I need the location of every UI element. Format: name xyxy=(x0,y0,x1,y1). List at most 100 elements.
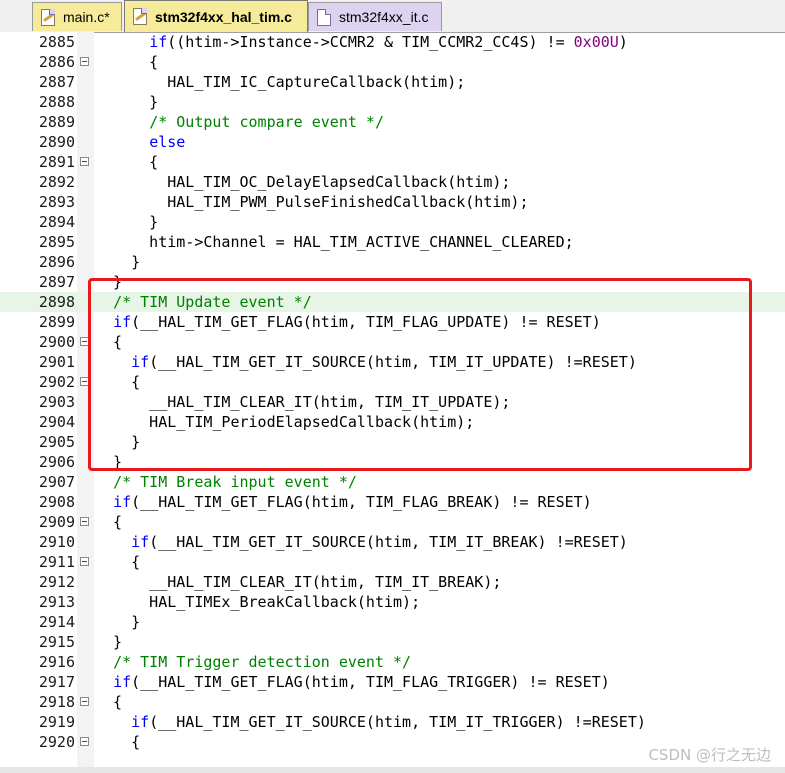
code-token: ) xyxy=(618,33,628,51)
code-token: HAL_TIMEx_BreakCallback(htim); xyxy=(95,593,421,611)
code-line[interactable]: 2913 HAL_TIMEx_BreakCallback(htim); xyxy=(0,592,785,612)
line-number: 2909 xyxy=(38,513,75,531)
line-number: 2899 xyxy=(38,313,75,331)
code-token: ((htim->Instance->CCMR2 & TIM_CCMR2_CC4S… xyxy=(167,33,574,51)
code-text: if(__HAL_TIM_GET_FLAG(htim, TIM_FLAG_TRI… xyxy=(95,672,610,692)
code-text: } xyxy=(95,252,140,272)
line-number: 2898 xyxy=(38,293,75,311)
code-text: if((htim->Instance->CCMR2 & TIM_CCMR2_CC… xyxy=(95,32,628,52)
code-line[interactable]: 2914 } xyxy=(0,612,785,632)
watermark: CSDN @行之无边 xyxy=(648,746,771,764)
code-line[interactable]: 2912 __HAL_TIM_CLEAR_IT(htim, TIM_IT_BRE… xyxy=(0,572,785,592)
code-line[interactable]: 2892 HAL_TIM_OC_DelayElapsedCallback(hti… xyxy=(0,172,785,192)
line-number: 2891 xyxy=(38,153,75,171)
code-text: } xyxy=(95,612,140,632)
code-token: { xyxy=(95,553,141,571)
tab-stm32f4xx-it[interactable]: stm32f4xx_it.c xyxy=(308,2,442,31)
code-token: { xyxy=(95,733,141,751)
code-token: } xyxy=(95,213,159,231)
line-number: 2908 xyxy=(38,493,75,511)
code-editor[interactable]: 2885 if((htim->Instance->CCMR2 & TIM_CCM… xyxy=(0,32,785,773)
code-line[interactable]: 2907 /* TIM Break input event */ xyxy=(0,472,785,492)
code-line[interactable]: 2911 { xyxy=(0,552,785,572)
line-number: 2917 xyxy=(38,673,75,691)
line-number: 2905 xyxy=(38,433,75,451)
code-text: /* TIM Trigger detection event */ xyxy=(95,652,411,672)
fold-collapse-icon[interactable] xyxy=(80,517,89,526)
code-line[interactable]: 2896 } xyxy=(0,252,785,272)
code-text: { xyxy=(95,692,122,712)
code-line[interactable]: 2893 HAL_TIM_PWM_PulseFinishedCallback(h… xyxy=(0,192,785,212)
edit-document-icon xyxy=(133,8,147,25)
line-number: 2885 xyxy=(38,33,75,51)
code-text: HAL_TIM_OC_DelayElapsedCallback(htim); xyxy=(95,172,510,192)
code-text: else xyxy=(95,132,185,152)
code-text: { xyxy=(95,732,140,752)
code-text: /* Output compare event */ xyxy=(95,112,384,132)
line-number: 2910 xyxy=(38,533,75,551)
code-line[interactable]: 2889 /* Output compare event */ xyxy=(0,112,785,132)
line-number: 2916 xyxy=(38,653,75,671)
code-text: if(__HAL_TIM_GET_IT_SOURCE(htim, TIM_IT_… xyxy=(95,712,646,732)
tab-bar: main.c* stm32f4xx_hal_tim.c stm32f4xx_it… xyxy=(0,0,785,33)
tab-main-c[interactable]: main.c* xyxy=(32,2,122,31)
line-number: 2892 xyxy=(38,173,75,191)
line-number: 2914 xyxy=(38,613,75,631)
code-line[interactable]: 2885 if((htim->Instance->CCMR2 & TIM_CCM… xyxy=(0,32,785,52)
line-number: 2888 xyxy=(38,93,75,111)
code-token: (__HAL_TIM_GET_IT_SOURCE(htim, TIM_IT_TR… xyxy=(149,713,646,731)
code-line[interactable]: 2890 else xyxy=(0,132,785,152)
code-token: HAL_TIM_OC_DelayElapsedCallback(htim); xyxy=(95,173,511,191)
tab-stm32f4xx-hal-tim[interactable]: stm32f4xx_hal_tim.c xyxy=(124,0,308,32)
code-token: HAL_TIM_IC_CaptureCallback(htim); xyxy=(95,73,466,91)
line-number: 2900 xyxy=(38,333,75,351)
code-line[interactable]: 2919 if(__HAL_TIM_GET_IT_SOURCE(htim, TI… xyxy=(0,712,785,732)
keyword-token: if xyxy=(149,33,168,51)
keyword-token: if xyxy=(113,673,132,691)
code-text: HAL_TIM_IC_CaptureCallback(htim); xyxy=(95,72,465,92)
line-number: 2889 xyxy=(38,113,75,131)
code-line[interactable]: 2918 { xyxy=(0,692,785,712)
code-text: } xyxy=(95,92,158,112)
code-line[interactable]: 2888 } xyxy=(0,92,785,112)
code-line[interactable]: 2917 if(__HAL_TIM_GET_FLAG(htim, TIM_FLA… xyxy=(0,672,785,692)
code-text: __HAL_TIM_CLEAR_IT(htim, TIM_IT_BREAK); xyxy=(95,572,501,592)
code-text: HAL_TIM_PWM_PulseFinishedCallback(htim); xyxy=(95,192,528,212)
horizontal-scrollbar[interactable] xyxy=(0,767,785,773)
code-line[interactable]: 2909 { xyxy=(0,512,785,532)
code-line[interactable]: 2915 } xyxy=(0,632,785,652)
code-token: (__HAL_TIM_GET_FLAG(htim, TIM_FLAG_BREAK… xyxy=(131,493,592,511)
keyword-token: if xyxy=(131,533,150,551)
code-line[interactable]: 2891 { xyxy=(0,152,785,172)
code-text: if(__HAL_TIM_GET_FLAG(htim, TIM_FLAG_BRE… xyxy=(95,492,592,512)
code-line[interactable]: 2916 /* TIM Trigger detection event */ xyxy=(0,652,785,672)
number-token: 0x00U xyxy=(573,33,619,51)
code-token: (__HAL_TIM_GET_FLAG(htim, TIM_FLAG_TRIGG… xyxy=(131,673,610,691)
code-token: } xyxy=(95,633,123,651)
line-number: 2912 xyxy=(38,573,75,591)
line-number: 2918 xyxy=(38,693,75,711)
document-icon xyxy=(317,8,331,26)
fold-collapse-icon[interactable] xyxy=(80,157,89,166)
fold-collapse-icon[interactable] xyxy=(80,57,89,66)
comment-token: /* TIM Trigger detection event */ xyxy=(113,653,412,671)
code-text: { xyxy=(95,52,158,72)
fold-collapse-icon[interactable] xyxy=(80,557,89,566)
fold-collapse-icon[interactable] xyxy=(80,737,89,746)
line-number: 2915 xyxy=(38,633,75,651)
line-number: 2901 xyxy=(38,353,75,371)
code-line[interactable]: 2908 if(__HAL_TIM_GET_FLAG(htim, TIM_FLA… xyxy=(0,492,785,512)
code-line[interactable]: 2910 if(__HAL_TIM_GET_IT_SOURCE(htim, TI… xyxy=(0,532,785,552)
code-line[interactable]: 2887 HAL_TIM_IC_CaptureCallback(htim); xyxy=(0,72,785,92)
code-line[interactable]: 2895 htim->Channel = HAL_TIM_ACTIVE_CHAN… xyxy=(0,232,785,252)
code-line[interactable]: 2894 } xyxy=(0,212,785,232)
fold-collapse-icon[interactable] xyxy=(80,697,89,706)
code-text: { xyxy=(95,552,140,572)
code-line[interactable]: 2886 { xyxy=(0,52,785,72)
code-token: __HAL_TIM_CLEAR_IT(htim, TIM_IT_BREAK); xyxy=(95,573,502,591)
line-number: 2895 xyxy=(38,233,75,251)
